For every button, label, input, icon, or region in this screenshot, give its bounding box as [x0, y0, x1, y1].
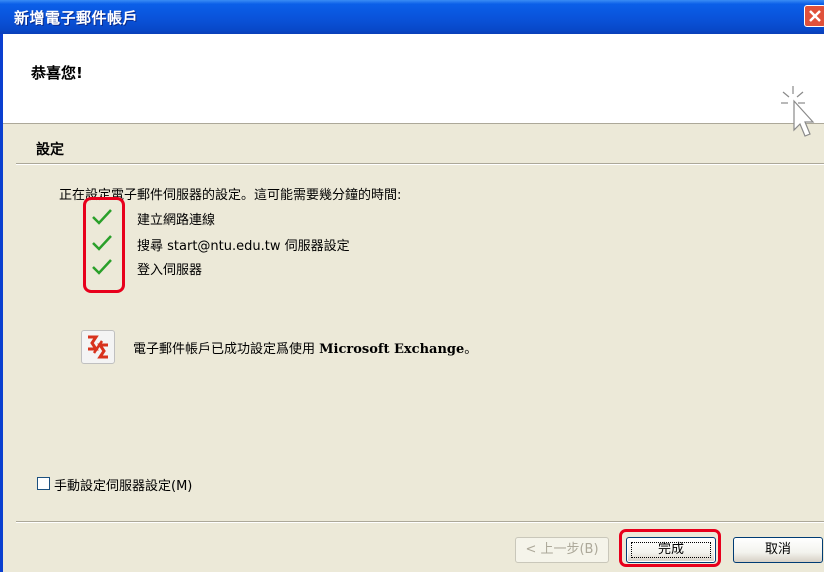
- step-search-server-settings: 搜尋 start@ntu.edu.tw 伺服器設定: [137, 239, 350, 254]
- back-button[interactable]: < 上一步(B): [515, 537, 609, 563]
- success-message-suffix: 。: [464, 342, 478, 357]
- step-log-on-server: 登入伺服器: [137, 263, 203, 278]
- manual-settings-checkbox[interactable]: [37, 477, 50, 490]
- close-button[interactable]: [804, 5, 824, 27]
- success-message: 電子郵件帳戶已成功設定爲使用 Microsoft Exchange。: [133, 338, 477, 357]
- step-establish-connection: 建立網路連線: [137, 213, 216, 228]
- close-icon: [809, 10, 821, 22]
- settings-section-title: 設定: [36, 142, 64, 158]
- window-title: 新增電子郵件帳戶: [14, 9, 139, 27]
- title-bar[interactable]: 新增電子郵件帳戶: [0, 0, 824, 34]
- click-cursor-icon: [781, 86, 815, 137]
- exchange-icon: [81, 330, 115, 364]
- success-message-product: Microsoft Exchange: [319, 342, 465, 357]
- cancel-button[interactable]: 取消: [733, 537, 823, 563]
- wizard-header: 恭喜您!: [3, 34, 824, 137]
- footer-divider-highlight: [16, 522, 824, 523]
- manual-settings-label[interactable]: 手動設定伺服器設定(M): [54, 475, 192, 494]
- wizard-header-title: 恭喜您!: [31, 64, 83, 82]
- finish-highlight-annotation: [619, 529, 721, 567]
- exchange-logo-glyph: [88, 335, 108, 359]
- success-message-prefix: 電子郵件帳戶已成功設定爲使用: [133, 342, 320, 357]
- steps-highlight-annotation: [83, 197, 125, 293]
- add-email-account-dialog: 新增電子郵件帳戶 恭喜您! 設定 正在設定電子郵件伺服器的設定。這可能需要幾分鐘…: [0, 0, 824, 572]
- section-divider-highlight: [16, 164, 824, 165]
